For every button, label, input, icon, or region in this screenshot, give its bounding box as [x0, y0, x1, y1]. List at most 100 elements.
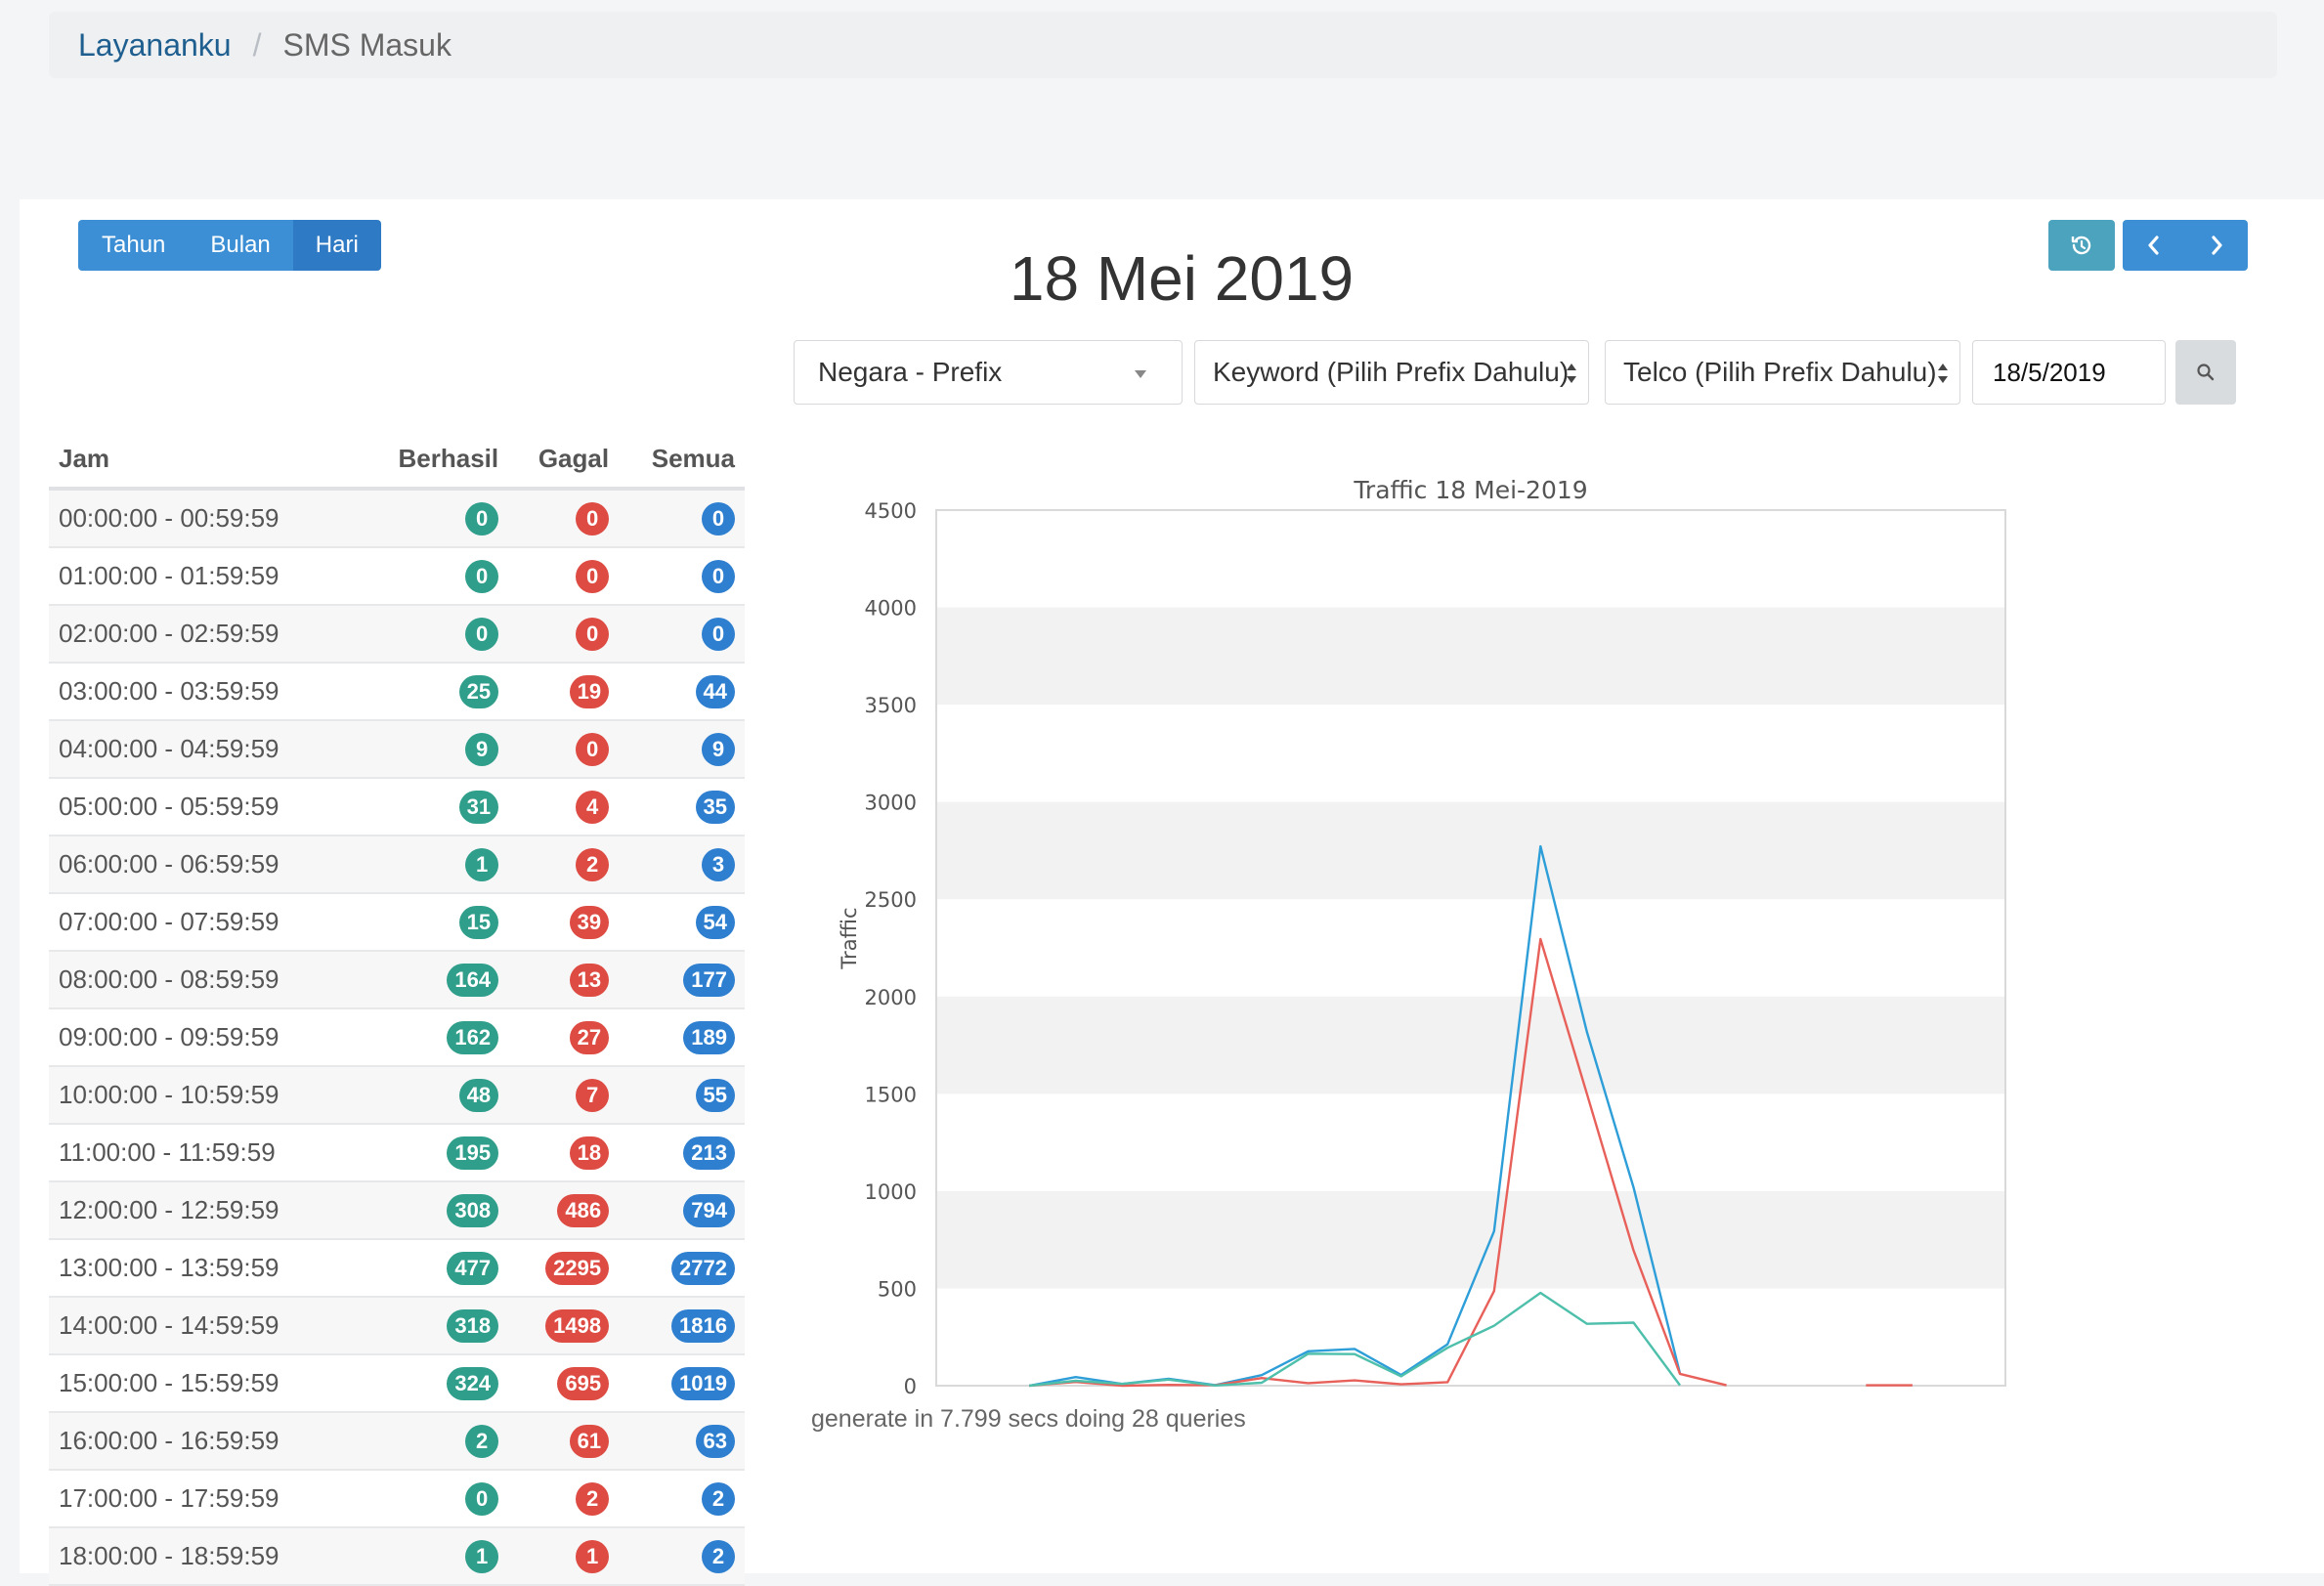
cell-jam: 12:00:00 - 12:59:59: [49, 1181, 362, 1240]
cell-semua: 0: [619, 489, 745, 548]
search-icon: [2197, 364, 2215, 381]
cell-jam: 16:00:00 - 16:59:59: [49, 1412, 362, 1471]
cell-jam: 00:00:00 - 00:59:59: [49, 489, 362, 548]
cell-berhasil: 1: [362, 836, 509, 894]
gagal-badge: 2: [576, 847, 610, 881]
search-button[interactable]: [2175, 340, 2236, 405]
telco-select[interactable]: Telco (Pilih Prefix Dahulu): [1605, 340, 1960, 405]
grid-band: [936, 996, 2005, 1094]
caret-down-icon: [1135, 370, 1146, 378]
semua-badge: 2: [702, 1539, 735, 1573]
table-row: 15:00:00 - 15:59:59 324 695 1019: [49, 1354, 745, 1413]
semua-badge: 0: [702, 617, 735, 651]
keyword-select[interactable]: Keyword (Pilih Prefix Dahulu): [1194, 340, 1589, 405]
gagal-badge: 695: [557, 1366, 610, 1400]
berhasil-badge: 162: [447, 1020, 499, 1054]
updown-arrow-icon: [1567, 364, 1576, 383]
history-icon: [2071, 236, 2091, 255]
cell-gagal: 1: [508, 1527, 620, 1586]
gagal-badge: 0: [576, 501, 610, 536]
table-row: 05:00:00 - 05:59:59 31 4 35: [49, 778, 745, 836]
y-axis-label: Traffic: [838, 907, 861, 969]
gagal-badge: 0: [576, 559, 610, 593]
table-header-row: Jam Berhasil Gagal Semua: [49, 430, 745, 491]
table-row: 14:00:00 - 14:59:59 318 1498 1816: [49, 1297, 745, 1355]
y-tick-label: 1000: [865, 1180, 917, 1204]
gagal-badge: 19: [569, 674, 610, 708]
berhasil-badge: 195: [447, 1136, 499, 1170]
table-row: 07:00:00 - 07:59:59 15 39 54: [49, 893, 745, 952]
grid-band: [936, 801, 2005, 900]
gagal-badge: 486: [557, 1193, 610, 1227]
breadcrumb-separator: /: [252, 26, 262, 63]
date-nav-group: [2123, 220, 2248, 271]
y-tick-label: 2500: [865, 888, 917, 912]
gagal-badge: 7: [576, 1078, 610, 1112]
cell-semua: 0: [619, 547, 745, 606]
berhasil-badge: 477: [447, 1251, 499, 1285]
chevron-right-icon: [2212, 236, 2222, 255]
cell-gagal: 18: [508, 1124, 620, 1182]
grid-band: [936, 607, 2005, 706]
cell-berhasil: 48: [362, 1066, 509, 1125]
cell-semua: 189: [619, 1008, 745, 1067]
berhasil-badge: 15: [458, 905, 499, 939]
gagal-badge: 4: [576, 790, 610, 824]
cell-berhasil: 164: [362, 951, 509, 1009]
table-row: 06:00:00 - 06:59:59 1 2 3: [49, 836, 745, 894]
cell-berhasil: 9: [362, 720, 509, 779]
cell-jam: 18:00:00 - 18:59:59: [49, 1527, 362, 1586]
berhasil-badge: 2: [465, 1424, 499, 1458]
cell-berhasil: 31: [362, 778, 509, 836]
table-row: 18:00:00 - 18:59:59 1 1 2: [49, 1527, 745, 1586]
cell-gagal: 19: [508, 663, 620, 721]
berhasil-badge: 0: [465, 501, 499, 536]
next-button[interactable]: [2185, 220, 2248, 271]
semua-badge: 35: [695, 790, 735, 824]
refresh-button[interactable]: [2048, 220, 2115, 271]
table-row: 09:00:00 - 09:59:59 162 27 189: [49, 1008, 745, 1067]
keyword-value: Keyword (Pilih Prefix Dahulu): [1213, 357, 1570, 387]
gagal-badge: 1498: [545, 1308, 610, 1343]
cell-semua: 0: [619, 605, 745, 664]
semua-badge: 213: [683, 1136, 735, 1170]
gagal-badge: 13: [569, 963, 610, 997]
col-gagal: Gagal: [508, 430, 620, 491]
cell-jam: 14:00:00 - 14:59:59: [49, 1297, 362, 1355]
gagal-badge: 39: [569, 905, 610, 939]
cell-berhasil: 324: [362, 1354, 509, 1413]
negara-prefix-select[interactable]: Negara - Prefix: [794, 340, 1183, 405]
prev-button[interactable]: [2123, 220, 2185, 271]
cell-semua: 55: [619, 1066, 745, 1125]
cell-berhasil: 195: [362, 1124, 509, 1182]
grid-band: [936, 1190, 2005, 1289]
cell-jam: 04:00:00 - 04:59:59: [49, 720, 362, 779]
table-row: 04:00:00 - 04:59:59 9 0 9: [49, 720, 745, 779]
table-row: 16:00:00 - 16:59:59 2 61 63: [49, 1412, 745, 1471]
berhasil-badge: 48: [458, 1078, 499, 1112]
table-row: 10:00:00 - 10:59:59 48 7 55: [49, 1066, 745, 1125]
cell-semua: 2772: [619, 1239, 745, 1298]
cell-jam: 02:00:00 - 02:59:59: [49, 605, 362, 664]
breadcrumb-home-link[interactable]: Layananku: [78, 27, 232, 64]
table-row: 11:00:00 - 11:59:59 195 18 213: [49, 1124, 745, 1182]
date-input[interactable]: 18/5/2019: [1972, 340, 2166, 405]
berhasil-badge: 1: [465, 1539, 499, 1573]
table-row: 13:00:00 - 13:59:59 477 2295 2772: [49, 1239, 745, 1298]
cell-berhasil: 0: [362, 1470, 509, 1528]
cell-berhasil: 1: [362, 1527, 509, 1586]
berhasil-badge: 0: [465, 1481, 499, 1516]
gagal-badge: 27: [569, 1020, 610, 1054]
semua-badge: 3: [702, 847, 735, 881]
table-row: 01:00:00 - 01:59:59 0 0 0: [49, 547, 745, 606]
cell-jam: 01:00:00 - 01:59:59: [49, 547, 362, 606]
col-berhasil: Berhasil: [362, 430, 509, 491]
table-row: 02:00:00 - 02:59:59 0 0 0: [49, 605, 745, 664]
cell-gagal: 7: [508, 1066, 620, 1125]
series-line-0: [1028, 844, 1682, 1388]
berhasil-badge: 0: [465, 559, 499, 593]
cell-gagal: 695: [508, 1354, 620, 1413]
table-row: 08:00:00 - 08:59:59 164 13 177: [49, 951, 745, 1009]
traffic-chart: 0500100015002000250030003500400045001234…: [838, 476, 2006, 1397]
cell-jam: 09:00:00 - 09:59:59: [49, 1008, 362, 1067]
